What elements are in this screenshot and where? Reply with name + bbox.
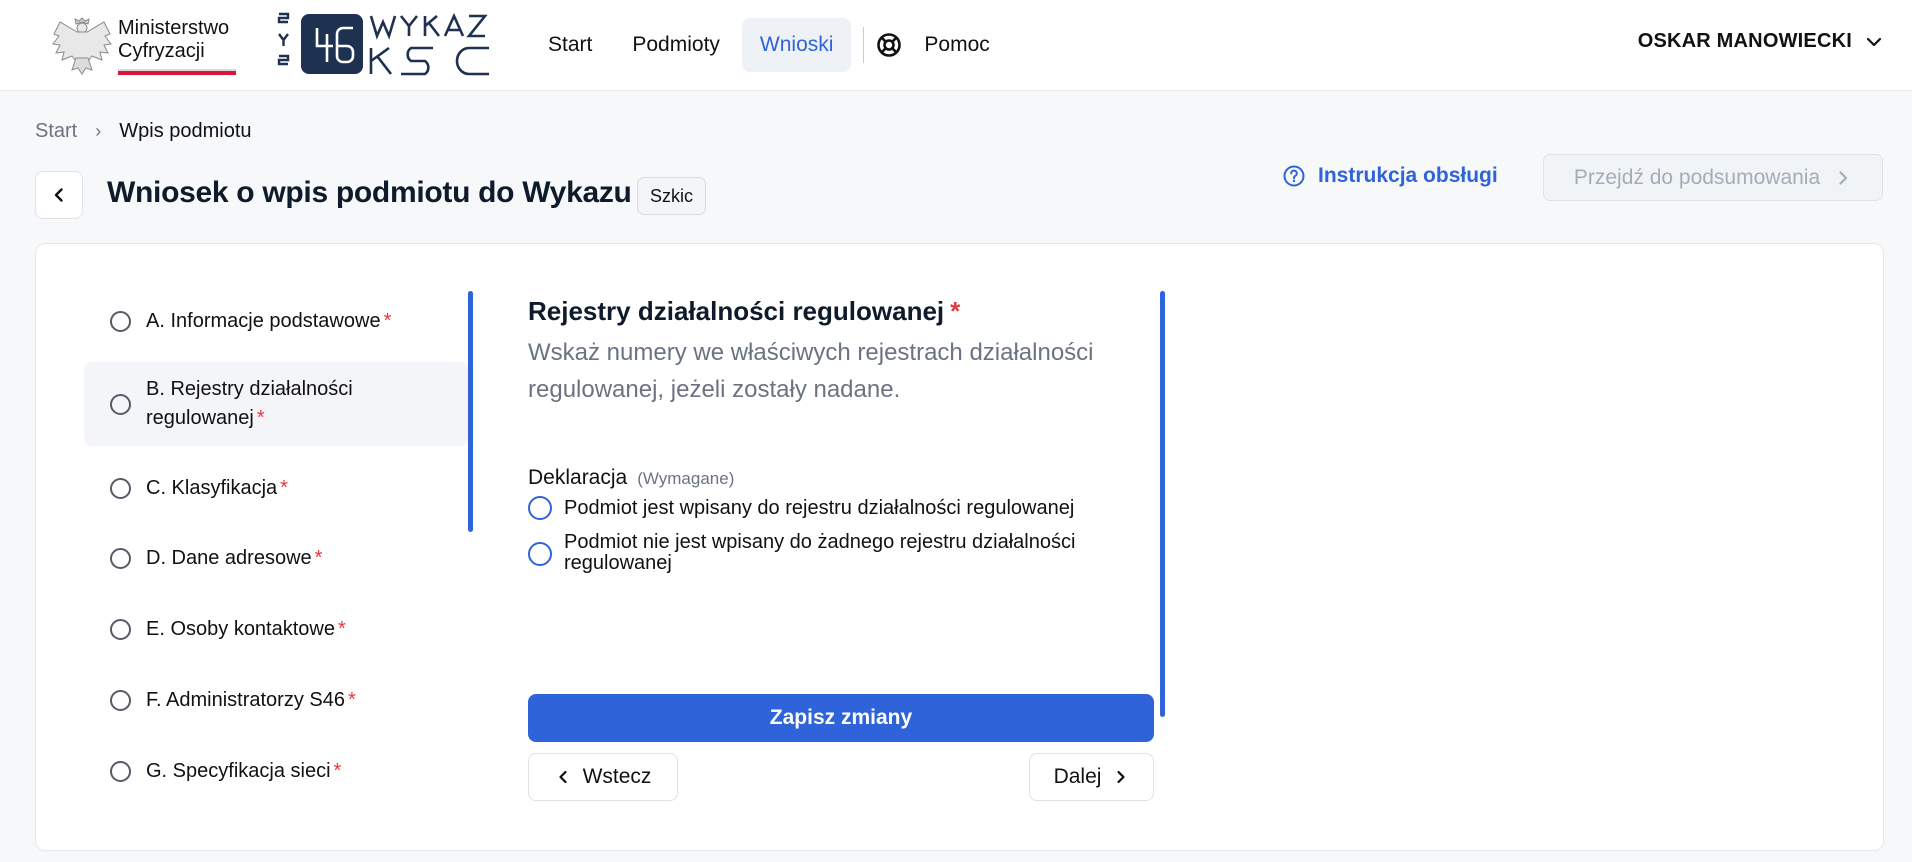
back-button[interactable]: [35, 171, 83, 219]
instruction-label: Instrukcja obsługi: [1318, 164, 1498, 187]
step-f[interactable]: F. Administratorzy S46 *: [84, 678, 468, 722]
nav-start[interactable]: Start: [530, 18, 610, 72]
step-label-line1: B. Rejestry działalności: [146, 378, 353, 400]
summary-label: Przejdź do podsumowania: [1573, 165, 1821, 189]
ministry-name-line2: Cyfryzacji: [118, 40, 205, 62]
step-d[interactable]: D. Dane adresowe *: [84, 536, 468, 580]
chevron-right-icon: ›: [95, 121, 102, 141]
nav-help[interactable]: Pomoc: [876, 32, 990, 58]
step-label: A. Informacje podstawowe: [146, 309, 381, 332]
required-mark: *: [333, 759, 342, 782]
option-label: Podmiot nie jest wpisany do żadnego reje…: [564, 531, 1076, 574]
required-mark: *: [337, 617, 346, 640]
step-label: F. Administratorzy S46: [146, 688, 345, 711]
step-label: B. Rejestry działalności regulowanej *: [146, 375, 353, 433]
step-b[interactable]: B. Rejestry działalności regulowanej *: [84, 362, 468, 446]
section-description: Wskaż numery we właściwych rejestrach dz…: [528, 339, 1094, 403]
next-label: Dalej: [1053, 765, 1102, 788]
declaration-option-not-registered[interactable]: Podmiot nie jest wpisany do żadnego reje…: [528, 532, 1148, 574]
step-status-radio: [110, 760, 131, 782]
step-status-radio: [110, 689, 131, 711]
declaration-option-registered[interactable]: Podmiot jest wpisany do rejestru działal…: [528, 496, 1075, 520]
step-label: E. Osoby kontaktowe: [146, 617, 335, 640]
previous-button[interactable]: Wstecz: [528, 753, 678, 801]
step-e[interactable]: E. Osoby kontaktowe *: [84, 607, 468, 651]
required-mark: *: [314, 546, 323, 569]
status-badge: Szkic: [637, 177, 707, 215]
step-status-radio: [110, 618, 131, 640]
chevron-left-icon: [558, 770, 567, 784]
required-mark: *: [256, 407, 265, 429]
declaration-hint: (Wymagane): [637, 469, 735, 488]
wykaz-ksc-logo[interactable]: [275, 12, 515, 78]
go-to-summary-button[interactable]: Przejdź do podsumowania: [1543, 154, 1883, 201]
step-label-line2: regulowanej *: [146, 404, 353, 433]
step-c[interactable]: C. Klasyfikacja *: [84, 466, 468, 510]
step-status-radio: [110, 547, 131, 569]
lifebuoy-icon: [877, 33, 902, 57]
step-label: D. Dane adresowe: [146, 546, 312, 569]
step-label: G. Specyfikacja sieci: [146, 759, 331, 782]
declaration-label-text: Deklaracja: [528, 466, 628, 489]
required-mark: *: [347, 688, 356, 711]
section-title: Rejestry działalności regulowanej *: [528, 296, 960, 327]
help-circle-icon: [1283, 165, 1305, 187]
declaration-label: Deklaracja (Wymagane): [528, 466, 734, 490]
ministry-name-line1: Ministerstwo: [118, 17, 230, 39]
step-g[interactable]: G. Specyfikacja sieci *: [84, 749, 468, 793]
help-label: Pomoc: [924, 33, 990, 56]
form-scrollbar[interactable]: [1160, 291, 1165, 717]
breadcrumb-start[interactable]: Start: [35, 120, 77, 143]
nav-wnioski[interactable]: Wnioski: [741, 18, 852, 72]
nav-divider: [863, 27, 865, 63]
user-name: OSKAR MANOWIECKI: [1637, 30, 1852, 52]
next-button[interactable]: Dalej: [1029, 753, 1154, 801]
ministry-name: Ministerstwo Cyfryzacji: [118, 17, 229, 63]
page-title: Wniosek o wpis podmiotu do Wykazu: [107, 176, 632, 209]
steps-scrollbar[interactable]: [468, 291, 473, 532]
chevron-left-icon: [54, 188, 63, 202]
breadcrumb-current: Wpis podmiotu: [119, 120, 252, 142]
step-label-line2-text: regulowanej: [146, 407, 254, 429]
chevron-right-icon: [1839, 170, 1848, 185]
save-changes-button[interactable]: Zapisz zmiany: [528, 694, 1154, 742]
chevron-right-icon: [1117, 770, 1126, 784]
ministry-logo[interactable]: Ministerstwo Cyfryzacji: [50, 12, 240, 80]
user-menu[interactable]: OSKAR MANOWIECKI: [1638, 30, 1884, 53]
required-mark: *: [950, 296, 961, 326]
radio-button[interactable]: [528, 496, 552, 520]
step-a[interactable]: A. Informacje podstawowe *: [84, 295, 468, 347]
step-label: C. Klasyfikacja: [146, 476, 278, 499]
instruction-link[interactable]: Instrukcja obsługi: [1282, 164, 1498, 188]
required-mark: *: [383, 309, 392, 332]
main-nav: Start Podmioty Wnioski Pomoc: [530, 18, 990, 72]
step-status-radio: [110, 310, 131, 332]
polish-eagle-icon: [52, 17, 112, 76]
top-header: Ministerstwo Cyfryzacji Start Podmioty W…: [0, 0, 1912, 91]
step-status-radio: [110, 393, 131, 415]
chevron-down-icon: [1866, 37, 1882, 46]
radio-button[interactable]: [528, 542, 552, 566]
step-status-radio: [110, 477, 131, 499]
section-title-text: Rejestry działalności regulowanej: [528, 296, 945, 326]
previous-label: Wstecz: [582, 765, 652, 788]
nav-podmioty[interactable]: Podmioty: [614, 18, 738, 72]
breadcrumb: Start › Wpis podmiotu: [35, 120, 252, 143]
option-label: Podmiot jest wpisany do rejestru działal…: [564, 497, 1075, 519]
flag-stripe: [118, 69, 236, 75]
required-mark: *: [280, 476, 288, 499]
